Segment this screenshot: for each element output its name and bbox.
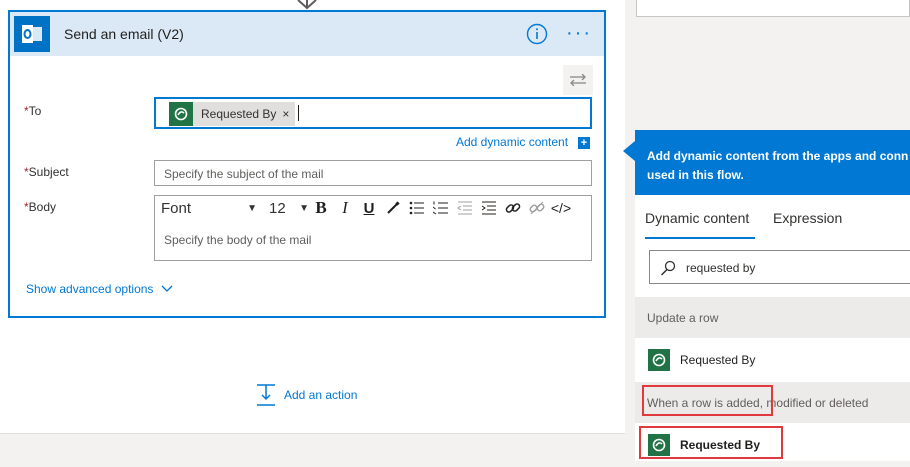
highlight-box-group	[642, 385, 773, 416]
search-input[interactable]: requested by	[649, 250, 910, 284]
show-advanced-options-link[interactable]: Show advanced options	[26, 282, 173, 296]
pen-icon[interactable]	[381, 197, 405, 219]
indent-icon[interactable]	[477, 197, 501, 219]
token-label: Requested By	[201, 107, 277, 121]
to-label: *To	[24, 104, 42, 118]
link-icon[interactable]	[501, 197, 525, 219]
body-editor[interactable]: Font ▼ 12 ▼ B I U </> Specify the body o…	[154, 195, 592, 261]
search-value: requested by	[686, 261, 756, 275]
item-label: Requested By	[680, 353, 756, 367]
rich-text-toolbar: Font ▼ 12 ▼ B I U </>	[155, 196, 591, 220]
add-action-label: Add an action	[284, 388, 358, 402]
flow-canvas: Send an email (V2) ··· *To Requested By …	[0, 0, 625, 433]
send-email-card: Send an email (V2) ··· *To Requested By …	[8, 10, 606, 318]
more-icon[interactable]: ···	[566, 23, 592, 43]
outdent-icon[interactable]	[453, 197, 477, 219]
show-advanced-label: Show advanced options	[26, 282, 154, 296]
add-action-button[interactable]: Add an action	[256, 384, 357, 406]
subject-label: *Subject	[24, 165, 69, 179]
body-placeholder: Specify the body of the mail	[164, 233, 312, 247]
chevron-down-icon	[161, 285, 173, 292]
code-view-button[interactable]: </>	[549, 197, 573, 219]
bold-button[interactable]: B	[309, 197, 333, 219]
unlink-icon[interactable]	[525, 197, 549, 219]
card-header[interactable]: Send an email (V2) ···	[10, 12, 604, 56]
body-label: *Body	[24, 200, 57, 214]
text-caret	[298, 105, 299, 121]
tab-expression[interactable]: Expression	[773, 195, 842, 239]
panel-pointer	[623, 141, 635, 161]
italic-button[interactable]: I	[333, 197, 357, 219]
token-remove-button[interactable]: ×	[282, 107, 295, 121]
add-dynamic-content-button[interactable]: +	[578, 137, 590, 149]
dataverse-icon	[169, 102, 193, 126]
font-family-select[interactable]: Font ▼	[161, 200, 261, 217]
underline-button[interactable]: U	[357, 197, 381, 219]
outlook-icon	[14, 16, 50, 52]
numbered-list-icon[interactable]	[429, 197, 453, 219]
panel-tabs: Dynamic content Expression	[635, 195, 910, 239]
swap-icon[interactable]	[563, 65, 593, 95]
add-dynamic-content-link[interactable]: Add dynamic content	[456, 135, 568, 149]
bullet-list-icon[interactable]	[405, 197, 429, 219]
to-field[interactable]: Requested By ×	[154, 97, 592, 129]
highlight-box-item	[639, 426, 783, 459]
connector-arrow-icon	[297, 0, 317, 10]
requested-by-token[interactable]: Requested By ×	[169, 102, 296, 126]
group-update-a-row[interactable]: Update a row	[635, 297, 910, 338]
dataverse-icon	[648, 349, 670, 371]
canvas-footer	[0, 433, 625, 462]
info-icon[interactable]	[526, 23, 548, 45]
search-icon	[660, 260, 676, 276]
list-item[interactable]: Requested By	[635, 338, 910, 382]
card-title: Send an email (V2)	[64, 26, 184, 42]
font-size-select[interactable]: 12 ▼	[269, 200, 309, 217]
subject-input[interactable]: Specify the subject of the mail	[154, 160, 592, 186]
add-action-icon	[257, 384, 275, 406]
tab-dynamic-content[interactable]: Dynamic content	[645, 195, 755, 239]
panel-header: Add dynamic content from the apps and co…	[635, 130, 910, 195]
previous-panel-edge	[636, 0, 910, 17]
subject-placeholder: Specify the subject of the mail	[164, 167, 324, 181]
